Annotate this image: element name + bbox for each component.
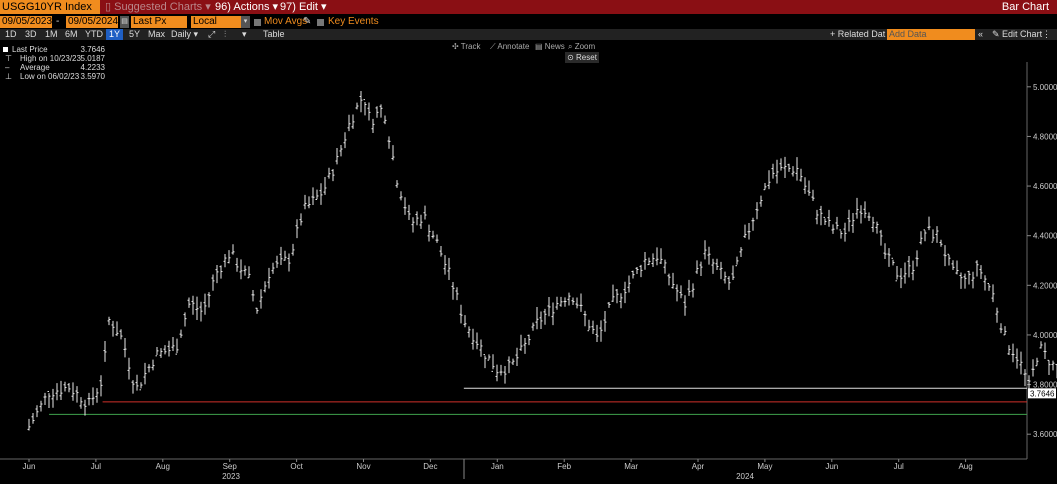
y-tick-label: 4.6000	[1033, 182, 1057, 191]
price-chart[interactable]: 3.6000 3.8000 4.0000 4.2000 4.4000 4.6000 4.80…	[0, 0, 1057, 484]
year-label: 2024	[736, 472, 754, 481]
x-tick-label: Aug	[958, 462, 972, 471]
price-bars	[27, 91, 1057, 431]
x-tick-label: Jul	[894, 462, 904, 471]
x-tick-label: Dec	[423, 462, 437, 471]
x-tick-label: Oct	[290, 462, 303, 471]
y-tick-label: 5.0000	[1033, 83, 1057, 92]
x-tick-label: Jun	[23, 462, 36, 471]
x-tick-label: Sep	[223, 462, 238, 471]
x-ticks: Jun Jul Aug Sep Oct Nov Dec Jan Feb Mar Apr May Jun J…	[23, 459, 973, 481]
last-value-tag: 3.7646	[1028, 388, 1056, 399]
y-tick-label: 3.8000	[1033, 381, 1057, 390]
x-tick-label: Mar	[624, 462, 638, 471]
reference-lines	[49, 387, 1027, 415]
x-tick-label: May	[757, 462, 772, 471]
last-value-label: 3.7646	[1030, 389, 1055, 398]
y-tick-label: 3.6000	[1033, 430, 1057, 439]
y-ticks: 3.6000 3.8000 4.0000 4.2000 4.4000 4.6000 4.80…	[1027, 83, 1057, 439]
x-tick-label: Jun	[825, 462, 838, 471]
y-tick-label: 4.4000	[1033, 232, 1057, 241]
x-tick-label: Jan	[491, 462, 504, 471]
x-tick-label: Jul	[91, 462, 101, 471]
x-tick-label: Aug	[156, 462, 170, 471]
x-tick-label: Nov	[356, 462, 370, 471]
x-tick-label: Feb	[557, 462, 571, 471]
y-tick-label: 4.2000	[1033, 281, 1057, 290]
y-tick-label: 4.8000	[1033, 132, 1057, 141]
year-label: 2023	[222, 472, 240, 481]
y-tick-label: 4.0000	[1033, 331, 1057, 340]
x-tick-label: Apr	[692, 462, 705, 471]
